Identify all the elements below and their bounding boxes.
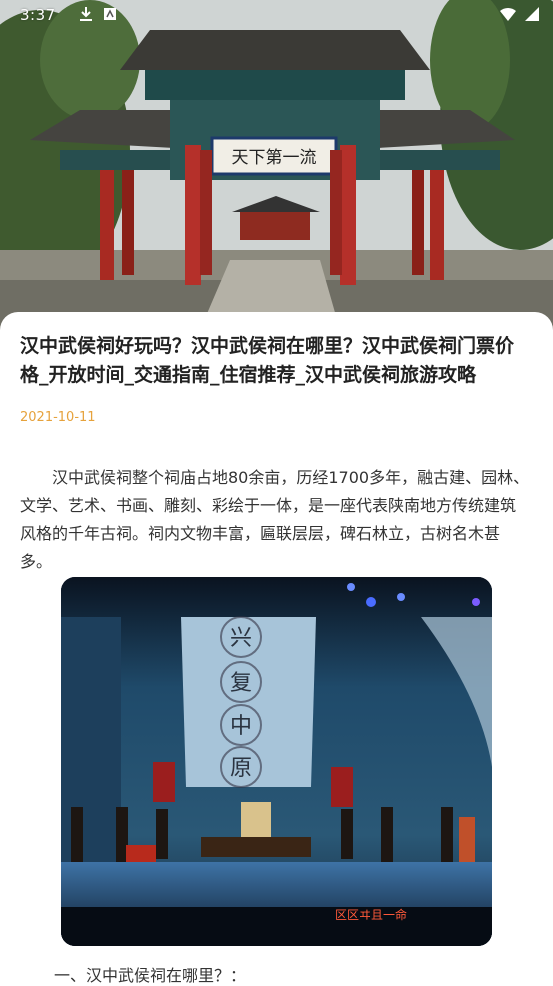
article-card: 汉中武侯祠好玩吗？汉中武侯祠在哪里？汉中武侯祠门票价格_开放时间_交通指南_住宿… — [0, 312, 553, 985]
article-photo[interactable]: 兴 复 中 原 区区ヰ且一命 — [61, 577, 492, 946]
stage-performance-illustration: 兴 复 中 原 区区ヰ且一命 — [61, 577, 492, 946]
banner-char-2: 复 — [230, 671, 252, 696]
hero-image: 天下第一流 — [0, 0, 553, 330]
status-bar: 3:37 — [0, 0, 553, 32]
signal-icon — [523, 6, 539, 22]
gate-signboard: 天下第一流 — [232, 148, 317, 168]
status-time: 3:37 — [20, 6, 56, 24]
section-heading: 一、汉中武侯祠在哪里？： — [54, 966, 247, 985]
notification-icon — [102, 6, 118, 22]
wifi-icon — [499, 6, 516, 22]
article-date: 2021-10-11 — [20, 410, 96, 425]
photo-subtitle: 区区ヰ且一命 — [335, 907, 407, 922]
download-icon — [78, 6, 94, 22]
temple-gate-illustration: 天下第一流 — [0, 0, 553, 330]
banner-char-3: 中 — [230, 714, 252, 739]
article-paragraph: 汉中武侯祠整个祠庙占地80余亩，历经1700多年，融古建、园林、文学、艺术、书画… — [20, 468, 530, 571]
banner-char-1: 兴 — [230, 626, 252, 651]
article-title: 汉中武侯祠好玩吗？汉中武侯祠在哪里？汉中武侯祠门票价格_开放时间_交通指南_住宿… — [20, 335, 515, 386]
banner-char-4: 原 — [230, 756, 252, 781]
